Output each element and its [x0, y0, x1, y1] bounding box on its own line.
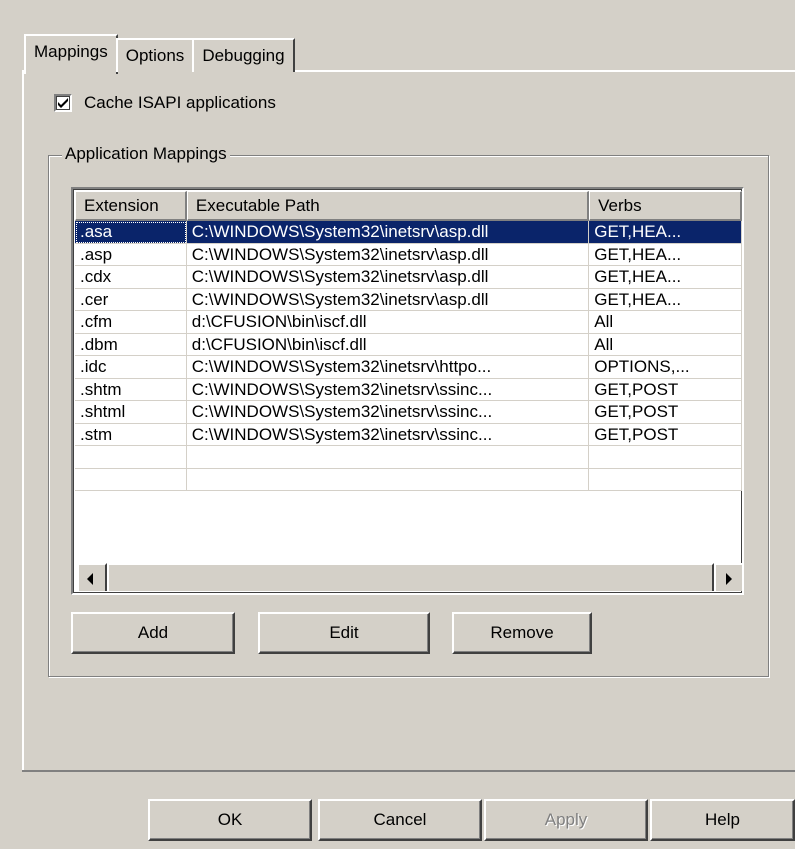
- cell-path: C:\WINDOWS\System32\inetsrv\ssinc...: [186, 401, 590, 424]
- cell-verbs: GET,HEA...: [589, 221, 742, 244]
- list-rows: .asa C:\WINDOWS\System32\inetsrv\asp.dll G…: [75, 221, 742, 491]
- help-button[interactable]: Help: [650, 799, 795, 841]
- cell-extension: .dbm: [75, 333, 187, 356]
- cell-path: d:\CFUSION\bin\iscf.dll: [186, 311, 590, 334]
- arrow-right-icon: [726, 573, 732, 585]
- cell-verbs: All: [589, 311, 742, 334]
- scroll-right-button[interactable]: [714, 563, 742, 591]
- cell-path: C:\WINDOWS\System32\inetsrv\asp.dll: [186, 221, 590, 244]
- cell-path: [186, 446, 590, 469]
- table-row[interactable]: .shtml C:\WINDOWS\System32\inetsrv\ssinc.…: [75, 401, 742, 424]
- cache-isapi-row[interactable]: Cache ISAPI applications: [54, 93, 276, 113]
- tab-page-shadow: [22, 770, 795, 772]
- cell-verbs: OPTIONS,...: [589, 356, 742, 379]
- list-header: Extension Executable Path Verbs: [75, 191, 742, 221]
- table-row[interactable]: .cer C:\WINDOWS\System32\inetsrv\asp.dll G…: [75, 288, 742, 311]
- cell-extension: .idc: [75, 356, 187, 379]
- ok-button[interactable]: OK: [148, 799, 312, 841]
- cell-verbs: GET,POST: [589, 378, 742, 401]
- column-header-verbs[interactable]: Verbs: [589, 191, 742, 221]
- cell-verbs: GET,POST: [589, 423, 742, 446]
- column-header-path[interactable]: Executable Path: [186, 191, 590, 221]
- cell-extension: .asp: [75, 243, 187, 266]
- table-row[interactable]: .idc C:\WINDOWS\System32\inetsrv\httpo...…: [75, 356, 742, 379]
- mappings-list[interactable]: Extension Executable Path Verbs .asa C:\W…: [71, 187, 744, 595]
- cell-verbs: GET,HEA...: [589, 288, 742, 311]
- arrow-left-icon: [87, 573, 93, 585]
- cell-path: C:\WINDOWS\System32\inetsrv\ssinc...: [186, 423, 590, 446]
- table-row[interactable]: .asp C:\WINDOWS\System32\inetsrv\asp.dll G…: [75, 243, 742, 266]
- cell-verbs: GET,POST: [589, 401, 742, 424]
- cell-extension: [75, 468, 187, 491]
- horizontal-scrollbar[interactable]: [77, 563, 742, 591]
- cell-path: C:\WINDOWS\System32\inetsrv\ssinc...: [186, 378, 590, 401]
- table-row[interactable]: .cdx C:\WINDOWS\System32\inetsrv\asp.dll G…: [75, 266, 742, 289]
- table-row[interactable]: .shtm C:\WINDOWS\System32\inetsrv\ssinc..…: [75, 378, 742, 401]
- cancel-button[interactable]: Cancel: [318, 799, 482, 841]
- cell-extension: [75, 446, 187, 469]
- table-row[interactable]: .cfm d:\CFUSION\bin\iscf.dll All: [75, 311, 742, 334]
- table-row[interactable]: .asa C:\WINDOWS\System32\inetsrv\asp.dll G…: [75, 221, 742, 244]
- table-row[interactable]: [75, 468, 742, 491]
- table-row[interactable]: [75, 446, 742, 469]
- scroll-thumb[interactable]: [107, 563, 714, 591]
- edit-button[interactable]: Edit: [258, 612, 430, 654]
- checkmark-icon: [58, 98, 68, 108]
- column-header-extension[interactable]: Extension: [75, 191, 187, 221]
- cell-verbs: [589, 446, 742, 469]
- cell-extension: .asa: [75, 221, 187, 244]
- cell-verbs: GET,HEA...: [589, 243, 742, 266]
- tab-strip: Mappings Options Debugging: [24, 30, 295, 74]
- remove-button[interactable]: Remove: [452, 612, 592, 654]
- cell-verbs: All: [589, 333, 742, 356]
- cell-path: C:\WINDOWS\System32\inetsrv\asp.dll: [186, 288, 590, 311]
- cell-extension: .cdx: [75, 266, 187, 289]
- group-title: Application Mappings: [62, 144, 230, 164]
- cell-path: C:\WINDOWS\System32\inetsrv\httpo...: [186, 356, 590, 379]
- tab-options[interactable]: Options: [115, 38, 195, 72]
- cell-path: C:\WINDOWS\System32\inetsrv\asp.dll: [186, 266, 590, 289]
- cell-path: [186, 468, 590, 491]
- cell-extension: .cfm: [75, 311, 187, 334]
- table-row[interactable]: .stm C:\WINDOWS\System32\inetsrv\ssinc...…: [75, 423, 742, 446]
- scroll-left-button[interactable]: [77, 563, 107, 591]
- cell-path: d:\CFUSION\bin\iscf.dll: [186, 333, 590, 356]
- cell-extension: .stm: [75, 423, 187, 446]
- tab-debugging[interactable]: Debugging: [192, 38, 295, 72]
- cell-extension: .shtml: [75, 401, 187, 424]
- cache-isapi-checkbox[interactable]: [54, 94, 72, 112]
- add-button[interactable]: Add: [71, 612, 235, 654]
- cell-path: C:\WINDOWS\System32\inetsrv\asp.dll: [186, 243, 590, 266]
- cell-verbs: [589, 468, 742, 491]
- cache-isapi-label: Cache ISAPI applications: [84, 93, 276, 112]
- table-row[interactable]: .dbm d:\CFUSION\bin\iscf.dll All: [75, 333, 742, 356]
- apply-button[interactable]: Apply: [484, 799, 648, 841]
- cell-extension: .shtm: [75, 378, 187, 401]
- cell-verbs: GET,HEA...: [589, 266, 742, 289]
- tab-mappings[interactable]: Mappings: [24, 34, 118, 74]
- cell-extension: .cer: [75, 288, 187, 311]
